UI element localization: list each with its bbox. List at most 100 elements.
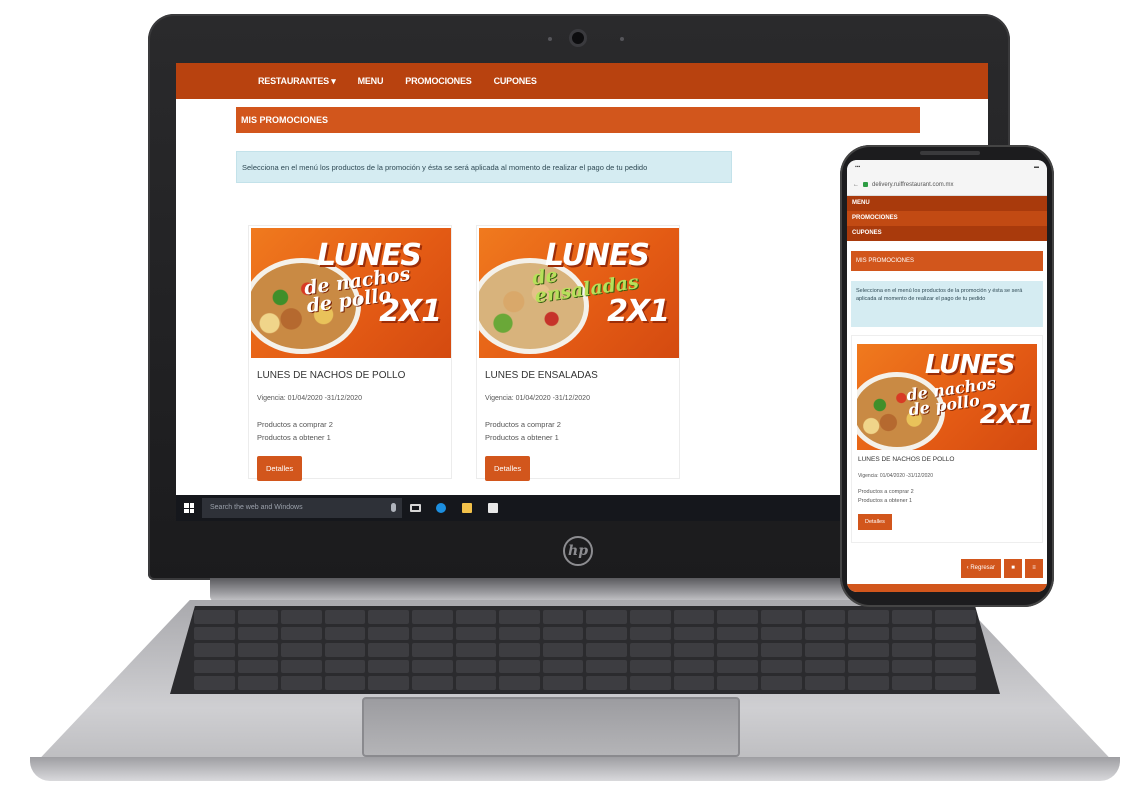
details-button[interactable]: Detalles xyxy=(485,456,531,481)
keyboard-key xyxy=(542,610,584,624)
laptop-trackpad xyxy=(362,697,740,757)
keyboard-key xyxy=(935,626,976,641)
keyboard-key xyxy=(368,676,410,690)
task-view-icon[interactable] xyxy=(402,495,428,521)
keyboard-key xyxy=(412,626,453,641)
back-button[interactable]: ‹ Regresar xyxy=(960,559,1001,578)
keyboard-key xyxy=(848,610,889,624)
keyboard-key xyxy=(760,610,802,624)
promo-get-count: Productos a obtener 1 xyxy=(858,498,913,504)
phone-bottom-actions: ‹ Regresar ■ ≡ xyxy=(960,559,1043,578)
keyboard-key xyxy=(935,643,976,657)
banner-offer: 2X1 xyxy=(979,400,1034,430)
keyboard-key xyxy=(542,676,584,690)
phone-url-bar[interactable]: ← delivery.ruiffrestaurant.com.mx xyxy=(847,174,1047,196)
top-navbar: RESTAURANTES ▾ MENU PROMOCIONES CUPONES xyxy=(176,63,988,99)
keyboard-key xyxy=(324,626,366,641)
details-button[interactable]: Detalles xyxy=(257,456,303,481)
promo-get-count: Productos a obtener 1 xyxy=(485,433,559,442)
promo-card: LUNES de nachos de pollo 2X1 LUNES DE NA… xyxy=(248,225,452,481)
keyboard-key xyxy=(630,610,671,624)
keyboard-key xyxy=(237,626,279,641)
promo-banner: LUNES de nachos de pollo 2X1 xyxy=(251,228,451,358)
keyboard-key xyxy=(237,659,279,674)
nav-promociones[interactable]: PROMOCIONES xyxy=(405,76,472,86)
keyboard-key xyxy=(848,659,889,674)
phone-speaker xyxy=(920,151,980,155)
nav-cupones[interactable]: CUPONES xyxy=(494,76,537,86)
promo-name: LUNES DE NACHOS DE POLLO xyxy=(257,370,406,381)
keyboard-key xyxy=(891,643,933,657)
phone-menu-cupones[interactable]: CUPONES xyxy=(847,226,1047,241)
keyboard-key xyxy=(499,659,540,674)
edge-browser-icon[interactable] xyxy=(428,495,454,521)
keyboard-key xyxy=(194,676,235,690)
keyboard-key xyxy=(412,610,453,624)
keyboard-key xyxy=(542,643,584,657)
keyboard-key xyxy=(717,626,758,641)
keyboard-key xyxy=(194,643,235,657)
keyboard-key xyxy=(368,610,410,624)
keyboard-key xyxy=(673,643,715,657)
keyboard-key xyxy=(281,659,322,674)
keyboard-key xyxy=(586,610,628,624)
keyboard-key xyxy=(499,643,540,657)
phone-menu-menu[interactable]: MENU xyxy=(847,196,1047,211)
back-arrow-icon[interactable]: ← xyxy=(853,182,859,188)
keyboard-key xyxy=(281,626,322,641)
keyboard-key xyxy=(194,626,235,641)
keyboard-key xyxy=(848,643,889,657)
windows-start-icon[interactable] xyxy=(176,495,202,521)
keyboard-key xyxy=(891,610,933,624)
battery-icon: ▬ xyxy=(1034,164,1039,170)
webcam-sensor-right xyxy=(620,37,624,41)
promo-validity: Vigencia: 01/04/2020 -31/12/2020 xyxy=(485,395,590,402)
promo-banner: LUNES de ensaladas 2X1 xyxy=(479,228,679,358)
promo-card: LUNES de ensaladas 2X1 LUNES DE ENSALADA… xyxy=(476,225,680,481)
keyboard-key xyxy=(891,626,933,641)
keyboard-key xyxy=(630,626,671,641)
keyboard-key xyxy=(760,626,802,641)
keyboard-key xyxy=(455,626,497,641)
keyboard-key xyxy=(542,659,584,674)
file-explorer-icon[interactable] xyxy=(454,495,480,521)
keyboard-key xyxy=(804,643,846,657)
phone-details-button[interactable]: Detalles xyxy=(858,514,892,530)
promo-buy-count: Productos a comprar 2 xyxy=(858,489,914,495)
keyboard-key xyxy=(717,643,758,657)
keyboard-key xyxy=(324,643,366,657)
promo-buy-count: Productos a comprar 2 xyxy=(485,420,561,429)
webcam xyxy=(569,29,587,47)
store-icon[interactable] xyxy=(480,495,506,521)
keyboard-key xyxy=(281,643,322,657)
laptop-front-edge xyxy=(30,757,1120,781)
nav-restaurantes[interactable]: RESTAURANTES ▾ xyxy=(258,76,336,87)
keyboard-key xyxy=(412,659,453,674)
keyboard-key xyxy=(760,659,802,674)
keyboard-key xyxy=(455,610,497,624)
keyboard-key xyxy=(891,676,933,690)
cart-icon[interactable]: ■ xyxy=(1004,559,1022,578)
keyboard-key xyxy=(194,610,235,624)
keyboard-key xyxy=(455,659,497,674)
keyboard-key xyxy=(673,676,715,690)
keyboard-key xyxy=(499,626,540,641)
phone-menu-promociones[interactable]: PROMOCIONES xyxy=(847,211,1047,226)
phone-url-text: delivery.ruiffrestaurant.com.mx xyxy=(872,181,954,188)
keyboard-key xyxy=(455,643,497,657)
keyboard-key xyxy=(673,626,715,641)
webcam-sensor-left xyxy=(548,37,552,41)
keyboard-key xyxy=(630,643,671,657)
info-alert: Selecciona en el menú los productos de l… xyxy=(236,151,732,183)
keyboard-key xyxy=(804,626,846,641)
keyboard-key xyxy=(281,610,322,624)
phone-info-alert: Selecciona en el menú los productos de l… xyxy=(851,281,1043,327)
nav-menu[interactable]: MENU xyxy=(358,76,384,86)
keyboard-key xyxy=(455,676,497,690)
keyboard-key xyxy=(324,610,366,624)
phone-footer-bar xyxy=(847,584,1047,592)
taskbar-search-input[interactable]: Search the web and Windows xyxy=(202,498,402,518)
menu-icon[interactable]: ≡ xyxy=(1025,559,1043,578)
keyboard-key xyxy=(237,610,279,624)
microphone-icon[interactable] xyxy=(391,503,396,512)
